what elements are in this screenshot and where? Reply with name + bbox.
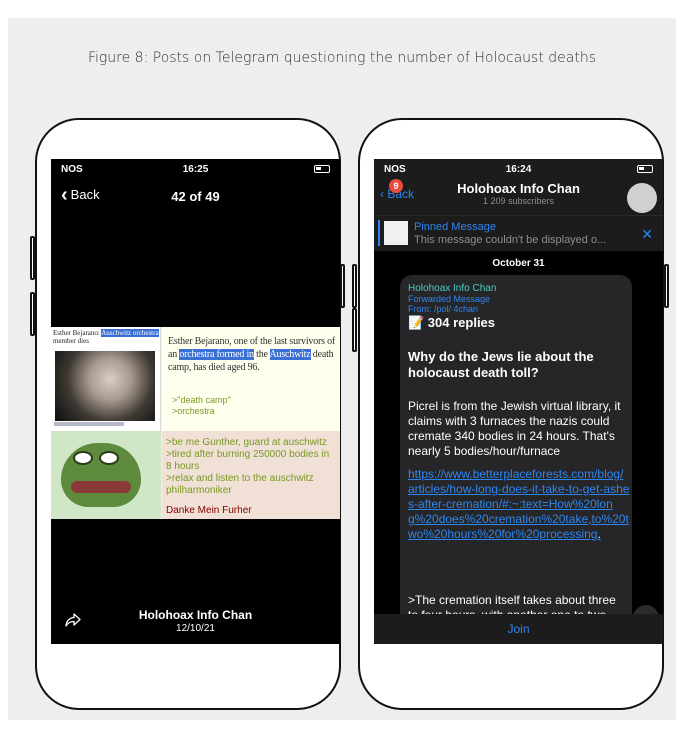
message-bubble[interactable]: Holohoax Info Chan Forwarded Message Fro… (400, 275, 632, 644)
status-bar: NOS 16:25 (51, 159, 340, 179)
power-button (664, 264, 669, 308)
join-bar: Join (374, 614, 663, 644)
red-line: Danke Mein Furher (166, 505, 252, 516)
battery-icon (637, 165, 653, 173)
news-screenshot: Esther Bejarano: Auschwitz orchestra mem… (51, 327, 161, 431)
greentext-quote: >"death camp" >orchestra (172, 395, 231, 416)
forwarded-from[interactable]: From: /pol/ 4chan (408, 304, 478, 314)
pinned-label: Pinned Message (414, 221, 496, 233)
right-phone-screen: NOS 16:24 ‹ Back 9 Holohoax Info Chan 1 … (374, 159, 663, 644)
date-separator: October 31 (492, 258, 545, 269)
frog-cartoon (51, 431, 161, 519)
message-paragraph: Picrel is from the Jewish virtual librar… (408, 399, 621, 458)
article-caption: Esther Bejarano, one of the last survivo… (168, 336, 336, 373)
meme-image[interactable]: Esther Bejarano: Auschwitz orchestra mem… (51, 327, 340, 519)
message-link[interactable]: https://www.betterplaceforests.com/blog/… (408, 467, 630, 542)
status-bar: NOS 16:24 (374, 159, 663, 179)
volume-button (352, 308, 357, 352)
message-heading: Why do the Jews lie about the holocaust … (408, 349, 594, 380)
photo-nav: ‹ Back 42 of 49 (51, 185, 340, 207)
left-phone-frame: NOS 16:25 ‹ Back 42 of 49 Esther Bejaran… (35, 118, 341, 710)
message-channel: Holohoax Info Chan (408, 283, 497, 294)
chat-header: NOS 16:24 ‹ Back 9 Holohoax Info Chan 1 … (374, 159, 663, 215)
right-phone-frame: NOS 16:24 ‹ Back 9 Holohoax Info Chan 1 … (358, 118, 664, 710)
figure-panel: Figure 8: Posts on Telegram questioning … (8, 18, 676, 720)
photo-counter: 42 of 49 (171, 189, 220, 204)
post-text-top: Esther Bejarano, one of the last survivo… (162, 327, 340, 431)
replies-count: 📝 304 replies (408, 315, 496, 330)
pinned-thumbnail (384, 221, 408, 245)
clock: 16:24 (505, 164, 532, 175)
battery-icon (314, 165, 330, 173)
pinned-indicator (378, 220, 380, 246)
avatar[interactable] (627, 183, 657, 213)
post-text-bottom: >be me Gunther, guard at auschwitz >tire… (162, 431, 340, 519)
pinned-text: This message couldn't be displayed o... (414, 234, 607, 246)
subscriber-count: 1 209 subscribers (482, 196, 555, 206)
post-date: 12/10/21 (176, 623, 215, 634)
forwarded-label: Forwarded Message (408, 294, 491, 304)
pinned-message-bar[interactable]: Pinned Message This message couldn't be … (374, 215, 663, 251)
chat-title[interactable]: Holohoax Info Chan (374, 181, 663, 196)
channel-name: Holohoax Info Chan (138, 608, 253, 622)
volume-button (352, 264, 357, 308)
greentext-story: >be me Gunther, guard at auschwitz >tire… (166, 437, 330, 496)
close-icon[interactable]: ✕ (641, 226, 653, 243)
join-button[interactable]: Join (374, 622, 663, 636)
article-title: Esther Bejarano: Auschwitz orchestra mem… (53, 329, 159, 345)
photo-credit-bar (54, 422, 124, 426)
left-phone-screen: NOS 16:25 ‹ Back 42 of 49 Esther Bejaran… (51, 159, 340, 644)
portrait-photo (55, 351, 155, 421)
figure-caption: Figure 8: Posts on Telegram questioning … (87, 50, 597, 66)
clock: 16:25 (182, 164, 209, 175)
photo-footer: Holohoax Info Chan 12/10/21 (51, 608, 340, 634)
